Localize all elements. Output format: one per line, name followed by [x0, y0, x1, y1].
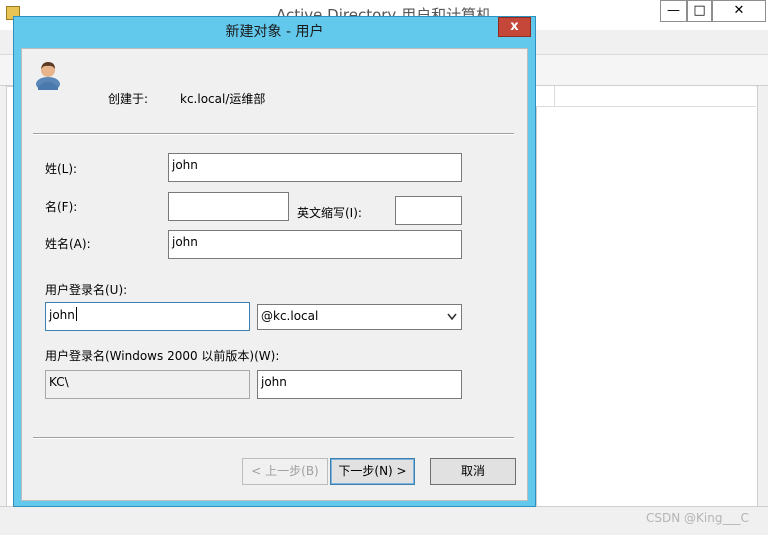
back-button[interactable]: < 上一步(B) [242, 458, 328, 485]
text-caret [75, 307, 77, 321]
details-pane[interactable] [536, 86, 758, 508]
logon-name-field[interactable]: john [45, 302, 250, 331]
last-name-label: 姓(L): [45, 162, 78, 176]
new-user-dialog: 新建对象 - 用户 x [13, 16, 536, 507]
created-in-value: kc.local/运维部 [180, 92, 266, 106]
last-name-field[interactable]: john [168, 153, 462, 182]
logon-name-value: john [49, 308, 75, 322]
close-window-button[interactable]: ✕ [712, 0, 766, 22]
cancel-button[interactable]: 取消 [430, 458, 516, 485]
watermark: CSDN @King___C [646, 511, 749, 525]
pre2000-logon-field[interactable]: john [257, 370, 462, 399]
pre2000-logon-label: 用户登录名(Windows 2000 以前版本)(W): [45, 349, 280, 363]
maximize-button[interactable]: □ [687, 0, 712, 22]
logon-name-label: 用户登录名(U): [45, 283, 128, 297]
full-name-field[interactable]: john [168, 230, 462, 259]
first-name-label: 名(F): [45, 200, 78, 214]
close-icon[interactable]: x [498, 17, 531, 37]
minimize-button[interactable]: — [660, 0, 687, 22]
created-in-label: 创建于: [108, 92, 149, 106]
separator-bottom [33, 437, 514, 439]
close-glyph: x [510, 19, 519, 34]
chevron-down-icon [447, 313, 457, 321]
full-name-label: 姓名(A): [45, 237, 91, 251]
first-name-field[interactable] [168, 192, 289, 221]
initials-label: 英文缩写(I): [297, 206, 362, 220]
next-button[interactable]: 下一步(N) > [330, 458, 415, 485]
dialog-title: 新建对象 - 用户 [225, 24, 324, 40]
dialog-body [21, 48, 528, 501]
separator-top [33, 133, 514, 135]
details-pane-header [536, 86, 756, 107]
pre2000-domain-field: KC\ [45, 370, 250, 399]
domain-suffix-select[interactable]: @kc.local [257, 304, 462, 330]
user-icon [36, 62, 60, 90]
domain-suffix-value: @kc.local [261, 309, 319, 323]
initials-field[interactable] [395, 196, 462, 225]
column-divider[interactable] [554, 86, 555, 106]
